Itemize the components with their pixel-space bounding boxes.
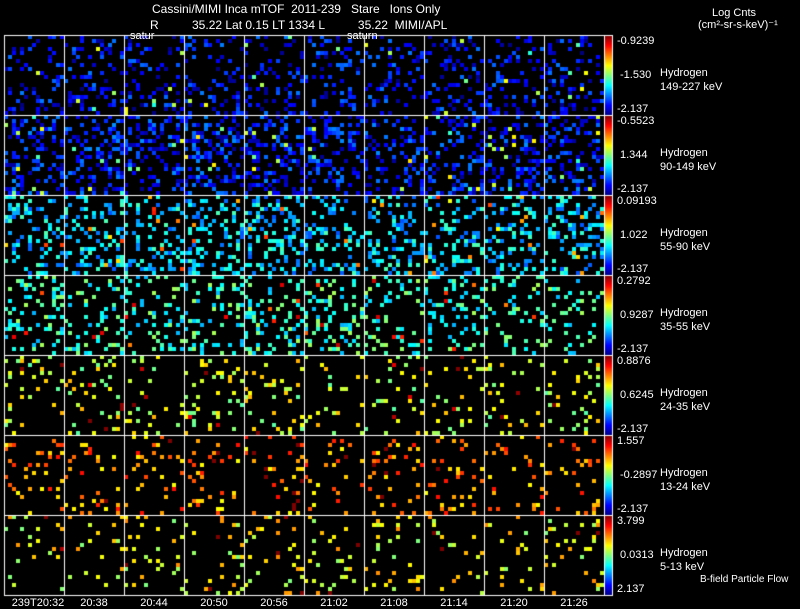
colorbar-mid-label: 0.6245 xyxy=(620,389,654,401)
species-label: Hydrogen xyxy=(660,547,708,559)
colorbar-units: (cm²-sr-s-keV)⁻¹ xyxy=(698,19,778,31)
colorbar-min-label: -2.137 xyxy=(617,183,649,195)
x-tick-label: 21:14 xyxy=(440,597,468,609)
x-tick-label: 21:20 xyxy=(500,597,528,609)
energy-range-label: 5-13 keV xyxy=(660,561,705,573)
colorbar-max-label: 3.799 xyxy=(617,515,645,527)
colorbar-min-label: 2.137 xyxy=(617,583,645,595)
colorbar-max-label: 0.2792 xyxy=(617,275,651,287)
species-label: Hydrogen xyxy=(660,307,708,319)
species-label: Hydrogen xyxy=(660,67,708,79)
colorbar-mid-label: 0.0313 xyxy=(620,549,654,561)
x-tick-label: 20:56 xyxy=(260,597,288,609)
x-tick-label: 239T20:32 xyxy=(11,597,65,609)
energy-range-label: 35-55 keV xyxy=(660,321,711,333)
x-tick-label: 20:50 xyxy=(200,597,228,609)
colorbar-min-label: -2.137 xyxy=(617,103,649,115)
x-tick-label: 20:38 xyxy=(80,597,108,609)
colorbar-mid-label: 0.9287 xyxy=(620,309,654,321)
energy-range-label: 24-35 keV xyxy=(660,401,711,413)
species-label: Hydrogen xyxy=(660,387,708,399)
colorbar-min-label: -2.137 xyxy=(617,343,649,355)
energy-range-label: 90-149 keV xyxy=(660,161,717,173)
overlay-label: satur xyxy=(130,30,155,42)
colorbar-max-label: 1.557 xyxy=(617,435,645,447)
species-label: Hydrogen xyxy=(660,467,708,479)
colorbar-mid-label: 1.344 xyxy=(620,149,648,161)
energy-range-label: 149-227 keV xyxy=(660,81,723,93)
colorbar-mid-label: 1.022 xyxy=(620,229,648,241)
x-tick-label: 21:02 xyxy=(320,597,348,609)
colorbar-max-label: 0.8876 xyxy=(617,355,651,367)
x-tick-label: 21:08 xyxy=(380,597,408,609)
colorbar-max-label: -0.5523 xyxy=(617,115,655,127)
plot-subtitle: R 35.22 Lat 0.15 LT 1334 L 35.22 MIMI/AP… xyxy=(150,18,448,32)
overlay-label: saturn xyxy=(347,30,378,42)
colorbar-mid-label: -1.530 xyxy=(620,69,652,81)
x-tick-label: 21:26 xyxy=(560,597,588,609)
x-tick-label: 20:44 xyxy=(140,597,168,609)
footer-note: B-field Particle Flow xyxy=(700,574,789,585)
colorbar-max-label: -0.9239 xyxy=(617,35,655,47)
energy-range-label: 13-24 keV xyxy=(660,481,711,493)
energy-range-label: 55-90 keV xyxy=(660,241,711,253)
plot-title: Cassini/MIMI Inca mTOF 2011-239 Stare Io… xyxy=(152,2,441,16)
colorbar-min-label: -2.137 xyxy=(617,423,649,435)
colorbar-min-label: -2.137 xyxy=(617,263,649,275)
colorbar-max-label: 0.09193 xyxy=(617,195,657,207)
species-label: Hydrogen xyxy=(660,147,708,159)
species-label: Hydrogen xyxy=(660,227,708,239)
colorbar-mid-label: -0.2897 xyxy=(620,469,658,481)
colorbar-min-label: -2.137 xyxy=(617,503,649,515)
